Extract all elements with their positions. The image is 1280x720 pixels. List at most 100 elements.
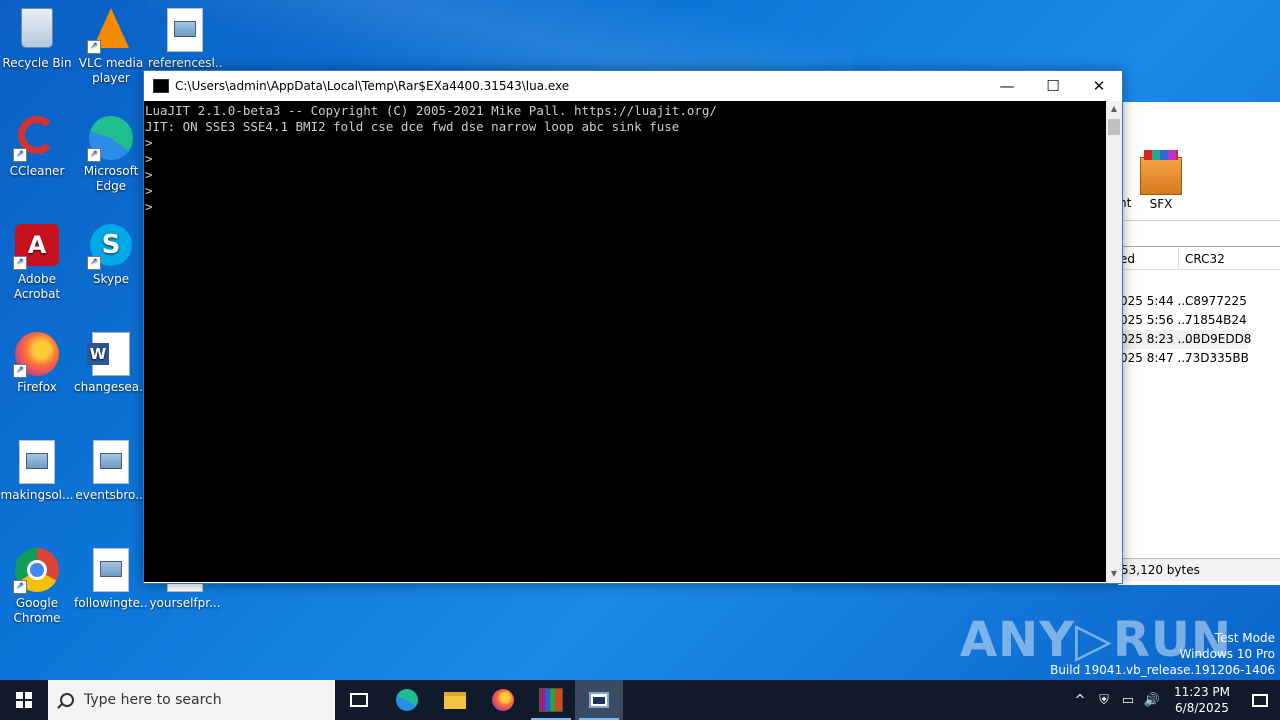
winrar-icon (539, 688, 563, 712)
desktop-icon-adobe-acrobat[interactable]: A ↗ Adobe Acrobat (0, 224, 74, 302)
desktop-icon-label: followingte... (74, 596, 148, 610)
windows-edition-line: Windows 10 Pro (1179, 647, 1275, 661)
desktop-icon-skype[interactable]: S ↗ Skype (74, 224, 148, 287)
console-titlebar[interactable]: C:\Users\admin\AppData\Local\Temp\Rar$EX… (144, 71, 1122, 101)
minimize-button[interactable]: — (984, 71, 1030, 101)
desktop-icon-label: Skype (92, 272, 130, 286)
taskbar-console[interactable] (575, 680, 623, 720)
sfx-icon (1140, 150, 1182, 195)
cell-crc: 0BD9EDD8 (1185, 332, 1252, 346)
test-mode-text: Test Mode Windows 10 Pro Build 19041.vb_… (1050, 630, 1275, 678)
scroll-down-icon[interactable]: ▼ (1106, 566, 1122, 582)
clock[interactable]: 11:23 PM 6/8/2025 (1164, 684, 1240, 716)
shortcut-arrow-icon: ↗ (87, 40, 101, 54)
ccleaner-icon: ↗ (13, 116, 59, 162)
volume-icon[interactable]: 🔊 (1140, 693, 1164, 708)
build-line: Build 19041.vb_release.191206-1406 (1050, 663, 1275, 677)
shortcut-arrow-icon: ↗ (13, 580, 27, 594)
cell-modified: 025 5:44 ... (1120, 294, 1189, 308)
console-line: JIT: ON SSE3 SSE4.1 BMI2 fold cse dce fw… (145, 119, 680, 134)
desktop-icon-vlc[interactable]: ↗ VLC media player (74, 8, 148, 86)
vertical-scrollbar[interactable]: ▲ ▼ (1106, 101, 1122, 582)
close-button[interactable]: ✕ (1076, 71, 1122, 101)
sfx-button[interactable]: SFX (1140, 150, 1182, 211)
desktop-icon-google-chrome[interactable]: ↗ Google Chrome (0, 548, 74, 626)
taskbar-firefox[interactable] (479, 680, 527, 720)
desktop-icon-followingte[interactable]: followingte... (74, 548, 148, 611)
desktop-icon-label: Adobe Acrobat (13, 272, 61, 301)
file-row[interactable]: 025 5:56 ... 71854B24 (1118, 311, 1280, 330)
desktop-icon-eventsbro[interactable]: eventsbro... (74, 440, 148, 503)
console-prompt: > (145, 199, 153, 214)
console-line: LuaJIT 2.1.0-beta3 -- Copyright (C) 2005… (145, 103, 717, 118)
status-bar: 53,120 bytes (1118, 558, 1280, 581)
taskbar-search[interactable]: Type here to search (48, 680, 335, 720)
firefox-icon (492, 689, 514, 711)
taskbar-edge[interactable] (383, 680, 431, 720)
desktop-icon-recycle-bin[interactable]: Recycle Bin (0, 8, 74, 71)
winrar-toolbar: nt SFX (1118, 102, 1280, 221)
desktop-icon-microsoft-edge[interactable]: ↗ Microsoft Edge (74, 116, 148, 194)
recycle-bin-icon (15, 8, 59, 52)
test-mode-line: Test Mode (1214, 631, 1275, 645)
task-view-button[interactable] (335, 680, 383, 720)
notification-icon (1252, 693, 1268, 707)
windows-logo-icon (16, 692, 32, 708)
console-prompt: > (145, 151, 153, 166)
edge-icon: ↗ (87, 116, 133, 162)
firefox-icon: ↗ (13, 332, 59, 378)
scroll-up-icon[interactable]: ▲ (1106, 101, 1122, 117)
file-row-selected[interactable]: 025 8:23 ... 0BD9EDD8 (1118, 330, 1252, 349)
desktop-icon-label: Microsoft Edge (83, 164, 139, 193)
console-window[interactable]: C:\Users\admin\AppData\Local\Temp\Rar$EX… (143, 70, 1123, 584)
tray-security-icon[interactable]: ⛨ (1092, 693, 1116, 708)
start-button[interactable] (0, 680, 48, 720)
file-list: 025 5:44 ... C8977225 025 5:56 ... 71854… (1118, 292, 1280, 368)
desktop-icon-firefox[interactable]: ↗ Firefox (0, 332, 74, 395)
file-list-header: ed CRC32 (1118, 246, 1280, 270)
clock-time: 11:23 PM (1174, 685, 1230, 699)
winrar-window[interactable]: nt SFX ed CRC32 025 5:44 ... C8977225 02… (1118, 102, 1280, 585)
desktop-icon-label: changesea.rtf (74, 380, 148, 394)
tray-overflow-chevron-icon[interactable]: ^ (1068, 693, 1092, 708)
taskbar: Type here to search ^ ⛨ ▭ 🔊 11:23 PM 6/8… (0, 680, 1280, 720)
file-row[interactable]: 025 8:47 ... 73D335BB (1118, 349, 1280, 368)
network-icon[interactable]: ▭ (1116, 693, 1140, 708)
scroll-thumb[interactable] (1108, 119, 1120, 135)
desktop-icon-referencesl[interactable]: referencesl... (148, 8, 222, 71)
desktop-icon-label: makingsol... (0, 488, 74, 502)
cell-modified: 025 8:23 ... (1120, 332, 1189, 346)
folder-icon (444, 691, 466, 709)
window-title: C:\Users\admin\AppData\Local\Temp\Rar$EX… (175, 79, 570, 93)
status-text: 53,120 bytes (1121, 563, 1200, 577)
clock-date: 6/8/2025 (1175, 701, 1229, 715)
chrome-icon: ↗ (13, 548, 59, 594)
shortcut-arrow-icon: ↗ (87, 256, 101, 270)
skype-icon: S ↗ (87, 224, 133, 270)
image-file-icon (89, 548, 133, 592)
image-file-icon (163, 8, 207, 52)
desktop-icon-changesea[interactable]: W changesea.rtf (74, 332, 148, 395)
shortcut-arrow-icon: ↗ (87, 148, 101, 162)
notification-center-button[interactable] (1240, 680, 1280, 720)
shortcut-arrow-icon: ↗ (13, 364, 27, 378)
taskbar-file-explorer[interactable] (431, 680, 479, 720)
file-row[interactable]: 025 5:44 ... C8977225 (1118, 292, 1280, 311)
console-output[interactable]: LuaJIT 2.1.0-beta3 -- Copyright (C) 2005… (144, 101, 1106, 582)
image-file-icon (89, 440, 133, 484)
cell-modified: 025 8:47 ... (1120, 351, 1189, 365)
vlc-icon: ↗ (87, 8, 133, 54)
cell-crc: 71854B24 (1185, 313, 1247, 327)
cell-crc: 73D335BB (1185, 351, 1249, 365)
shortcut-arrow-icon: ↗ (13, 148, 27, 162)
search-icon (60, 693, 74, 707)
desktop-icon-label: CCleaner (9, 164, 65, 178)
console-prompt: > (145, 183, 153, 198)
taskbar-winrar[interactable] (527, 680, 575, 720)
desktop-icon-label: yourselfpr... (149, 596, 221, 610)
shortcut-arrow-icon: ↗ (13, 256, 27, 270)
maximize-button[interactable]: ☐ (1030, 71, 1076, 101)
desktop-icon-ccleaner[interactable]: ↗ CCleaner (0, 116, 74, 179)
desktop-icon-makingsol[interactable]: makingsol... (0, 440, 74, 503)
column-crc32[interactable]: CRC32 (1185, 252, 1225, 266)
